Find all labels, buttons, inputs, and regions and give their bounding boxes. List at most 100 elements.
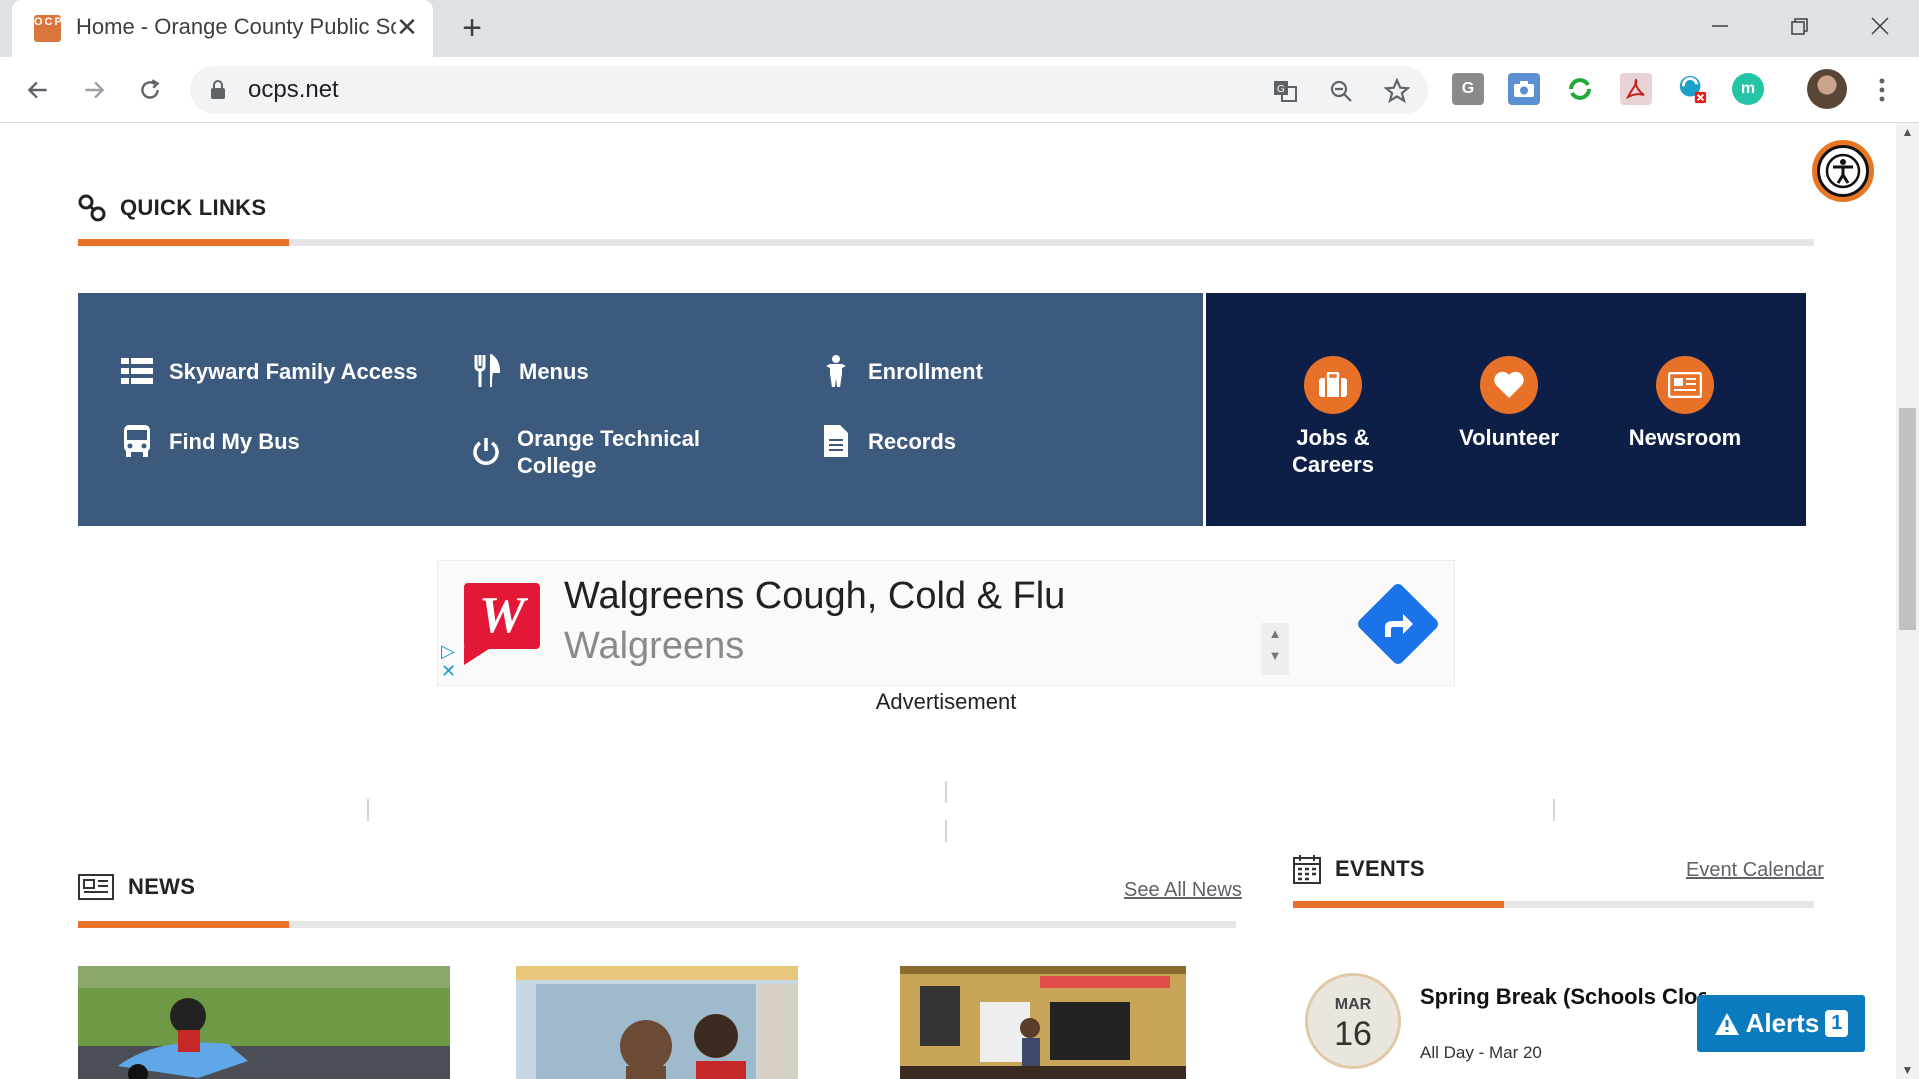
back-button[interactable] (19, 71, 57, 109)
featured-link-label: Newsroom (1628, 425, 1742, 450)
ad-scroll-control[interactable]: ▲ ▼ (1261, 623, 1289, 675)
advertisement-label: Advertisement (875, 689, 1017, 714)
calendar-icon (1293, 855, 1321, 884)
accessibility-icon (1817, 145, 1869, 197)
featured-link-newsroom[interactable]: Newsroom (1610, 356, 1760, 451)
quick-link-label: Enrollment (868, 358, 983, 384)
restore-window-button[interactable] (1779, 8, 1819, 44)
extension-sync-icon[interactable] (1564, 73, 1596, 105)
walgreens-logo: W (464, 583, 540, 649)
alerts-button[interactable]: Alerts 1 (1697, 995, 1865, 1052)
news-image-soapbox-car[interactable] (78, 966, 450, 1079)
close-icon (1871, 17, 1889, 35)
warning-icon (1714, 1012, 1739, 1035)
news-rule (78, 921, 1236, 928)
newspaper-icon (1656, 356, 1714, 414)
quick-link-label: Orange Technical College (517, 426, 700, 478)
new-tab-button[interactable]: + (455, 11, 489, 45)
event-day: 16 (1334, 1015, 1372, 1053)
page-viewport: QUICK LINKS Skyward Family Access Menus … (0, 123, 1896, 1079)
ad-advertiser: Walgreens (564, 625, 745, 667)
tab-title: Home - Orange County Public Sc (76, 14, 396, 39)
minimize-icon (1712, 25, 1728, 27)
quick-link-label: Skyward Family Access (169, 358, 418, 384)
news-image-classroom-window[interactable] (516, 966, 798, 1079)
walgreens-logo-tail (464, 647, 492, 665)
quick-link-find-my-bus[interactable]: Find My Bus (121, 425, 300, 457)
news-heading: NEWS (78, 874, 195, 900)
quick-link-label: Find My Bus (169, 428, 300, 454)
tab-close-icon[interactable]: ✕ (392, 12, 422, 42)
page-scrollbar[interactable]: ▲ ▼ (1896, 123, 1919, 1079)
lock-icon (211, 80, 225, 99)
featured-link-jobs-careers[interactable]: Jobs & Careers (1258, 356, 1408, 478)
accessibility-button[interactable] (1812, 140, 1874, 202)
quick-link-label: Records (868, 428, 957, 454)
quick-link-label: Menus (519, 358, 589, 384)
advertisement-banner[interactable]: W Walgreens Cough, Cold & Flu Walgreens … (437, 560, 1455, 686)
quick-link-menus[interactable]: Menus (471, 354, 589, 387)
event-title[interactable]: Spring Break (Schools Closed/District Of… (1420, 983, 1706, 1010)
extension-g-icon[interactable]: G (1452, 73, 1484, 105)
quick-links-rule-accent (78, 239, 289, 246)
events-title: EVENTS (1335, 856, 1425, 881)
event-calendar-link[interactable]: Event Calendar (1686, 859, 1824, 882)
divider (1553, 799, 1555, 821)
quick-link-orange-technical-college[interactable]: Orange Technical College (471, 425, 711, 479)
extension-camera-icon[interactable] (1508, 73, 1540, 105)
quick-link-records[interactable]: Records (820, 425, 956, 457)
event-date-badge: MAR 16 (1305, 973, 1401, 1069)
list-icon (121, 355, 153, 387)
browser-tab-strip: OCPS Home - Orange County Public Sc ✕ + (0, 0, 1919, 57)
quick-link-skyward[interactable]: Skyward Family Access (121, 355, 418, 387)
back-arrow-icon (27, 81, 47, 99)
ad-choices-icon[interactable]: ▷ ✕ (441, 641, 456, 681)
url-text: ocps.net (248, 76, 339, 103)
power-icon (471, 436, 501, 468)
extension-m-icon[interactable]: m (1732, 73, 1764, 105)
see-all-news-link[interactable]: See All News (1124, 879, 1242, 902)
ad-go-arrow-icon (1378, 605, 1418, 645)
scrollbar-thumb[interactable] (1899, 408, 1916, 630)
featured-links-panel: Jobs & Careers Volunteer Newsroom (1206, 293, 1806, 526)
ad-scroll-up-icon[interactable]: ▲ (1261, 623, 1289, 645)
address-bar[interactable]: ocps.net G (190, 66, 1428, 114)
bus-icon (121, 425, 153, 457)
extension-vpn-icon[interactable] (1676, 73, 1708, 105)
translate-icon[interactable]: G (1270, 76, 1300, 106)
newspaper-icon (78, 874, 114, 900)
close-window-button[interactable] (1860, 8, 1900, 44)
link-chain-icon (78, 194, 106, 222)
ad-scroll-down-icon[interactable]: ▼ (1261, 645, 1289, 667)
scroll-down-arrow-icon[interactable]: ▼ (1901, 1063, 1914, 1077)
divider (945, 781, 947, 803)
alerts-label: Alerts (1745, 1008, 1820, 1038)
restore-icon (1791, 18, 1808, 35)
zoom-out-icon[interactable] (1326, 76, 1356, 106)
svg-text:G: G (1277, 84, 1285, 95)
featured-link-volunteer[interactable]: Volunteer (1434, 356, 1584, 451)
browser-toolbar: ocps.net G G m (0, 57, 1919, 123)
news-image-classroom-teacher[interactable] (900, 966, 1186, 1079)
divider (367, 799, 369, 821)
reload-button[interactable] (131, 71, 169, 109)
document-icon (820, 425, 852, 457)
quick-links-title: QUICK LINKS (120, 195, 267, 220)
profile-avatar[interactable] (1807, 69, 1847, 109)
extension-pdf-icon[interactable] (1620, 73, 1652, 105)
divider (945, 820, 947, 842)
news-rule-accent (78, 921, 289, 928)
site-favicon-icon: OCPS (34, 15, 71, 42)
person-icon (820, 355, 852, 387)
browser-menu-icon[interactable] (1870, 71, 1894, 109)
minimize-window-button[interactable] (1700, 8, 1740, 44)
featured-link-label: Jobs & Careers (1292, 425, 1374, 477)
browser-tab[interactable]: OCPS Home - Orange County Public Sc ✕ (12, 0, 433, 57)
scroll-up-arrow-icon[interactable]: ▲ (1901, 125, 1914, 139)
event-time: All Day - Mar 20 (1420, 1043, 1542, 1062)
bookmark-star-icon[interactable] (1382, 76, 1412, 106)
news-title: NEWS (128, 874, 196, 899)
forward-button[interactable] (75, 71, 113, 109)
ad-title[interactable]: Walgreens Cough, Cold & Flu (564, 575, 1065, 618)
quick-link-enrollment[interactable]: Enrollment (820, 355, 983, 387)
